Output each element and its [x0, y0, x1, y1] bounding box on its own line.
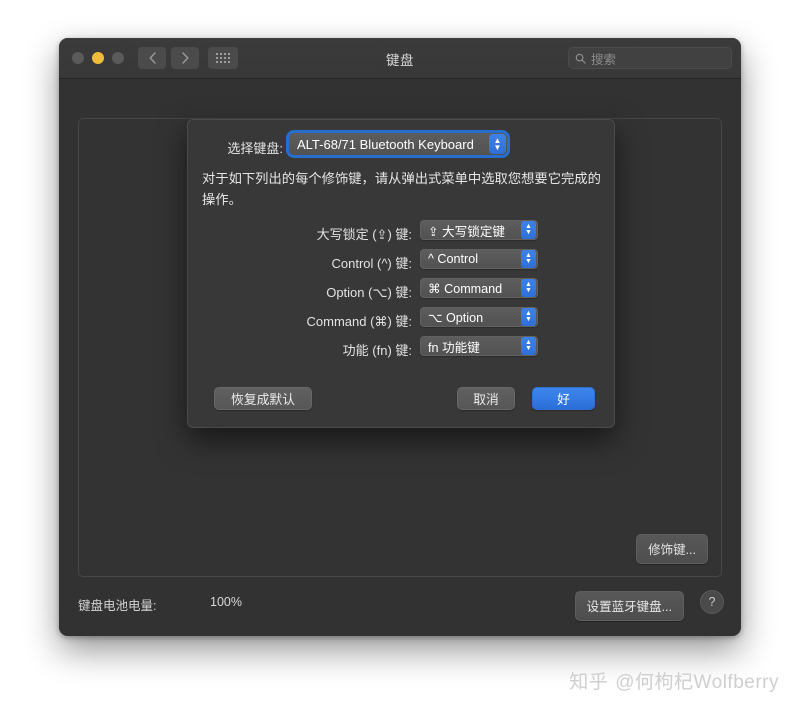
restore-defaults-button[interactable]: 恢复成默认: [214, 387, 312, 410]
select-keyboard-label: 选择键盘:: [227, 141, 283, 156]
function-popup[interactable]: fn 功能键 ▲ ▼: [420, 336, 538, 356]
cancel-button[interactable]: 取消: [457, 387, 515, 410]
window-titlebar: 键盘 搜索: [59, 38, 741, 79]
function-label: 功能 (fn) 键:: [342, 343, 412, 358]
search-placeholder: 搜索: [591, 52, 617, 67]
chevron-updown-icon: ▲ ▼: [521, 279, 536, 297]
screenshot-root: 键盘 搜索 修饰键... 键盘电池电量: 100% 设置蓝牙键盘... ? 选择…: [0, 0, 799, 710]
keyboard-select-value: ALT-68/71 Bluetooth Keyboard: [297, 136, 474, 152]
modifier-keys-sheet: 选择键盘: ALT-68/71 Bluetooth Keyboard ▲ ▼ 对于…: [187, 119, 615, 428]
help-button[interactable]: ?: [700, 590, 724, 614]
modifier-row-control: Control (^) 键: ^ Control ▲ ▼: [188, 249, 614, 278]
control-value: ^ Control: [428, 252, 479, 266]
window-bottom-bar: 键盘电池电量: 100% 设置蓝牙键盘... ?: [59, 575, 741, 636]
control-popup[interactable]: ^ Control ▲ ▼: [420, 249, 538, 269]
battery-label: 键盘电池电量:: [78, 599, 157, 613]
watermark-handle: @何枸杞Wolfberry: [615, 672, 779, 693]
modifier-keys-button[interactable]: 修饰键...: [636, 534, 708, 564]
search-icon: [575, 53, 586, 64]
setup-bluetooth-keyboard-button[interactable]: 设置蓝牙键盘...: [574, 591, 684, 621]
modifier-row-command: Command (⌘) 键: ⌥ Option ▲ ▼: [188, 307, 614, 336]
option-value: ⌘ Command: [428, 281, 503, 296]
chevron-updown-icon: ▲ ▼: [489, 134, 506, 154]
modifier-row-function: 功能 (fn) 键: fn 功能键 ▲ ▼: [188, 336, 614, 365]
command-popup[interactable]: ⌥ Option ▲ ▼: [420, 307, 538, 327]
watermark: 知乎 @何枸杞Wolfberry: [569, 667, 779, 694]
modifier-row-option: Option (⌥) 键: ⌘ Command ▲ ▼: [188, 278, 614, 307]
function-value: fn 功能键: [428, 340, 480, 355]
search-field[interactable]: 搜索: [568, 47, 732, 69]
chevron-updown-icon: ▲ ▼: [521, 250, 536, 268]
sheet-action-buttons: 恢复成默认 取消 好: [188, 387, 614, 410]
command-value: ⌥ Option: [428, 310, 484, 325]
modifier-row-capslock: 大写锁定 (⇪) 键: ⇪ 大写锁定键 ▲ ▼: [188, 220, 614, 249]
battery-value: 100%: [210, 595, 242, 609]
command-label: Command (⌘) 键:: [306, 314, 412, 329]
watermark-logo: 知乎: [569, 672, 609, 693]
chevron-updown-icon: ▲ ▼: [521, 337, 536, 355]
capslock-label: 大写锁定 (⇪) 键:: [316, 227, 412, 242]
control-label: Control (^) 键:: [331, 256, 412, 271]
option-popup[interactable]: ⌘ Command ▲ ▼: [420, 278, 538, 298]
system-preferences-window: 键盘 搜索 修饰键... 键盘电池电量: 100% 设置蓝牙键盘... ? 选择…: [59, 38, 741, 636]
chevron-updown-icon: ▲ ▼: [521, 308, 536, 326]
chevron-updown-icon: ▲ ▼: [521, 221, 536, 239]
capslock-value: ⇪ 大写锁定键: [428, 224, 506, 239]
keyboard-select-popup[interactable]: ALT-68/71 Bluetooth Keyboard ▲ ▼: [289, 133, 507, 155]
window-body: 修饰键... 键盘电池电量: 100% 设置蓝牙键盘... ? 选择键盘: AL…: [59, 79, 741, 636]
sheet-description: 对于如下列出的每个修饰键，请从弹出式菜单中选取您想要它完成的操作。: [202, 171, 601, 207]
modifier-rows: 大写锁定 (⇪) 键: ⇪ 大写锁定键 ▲ ▼ Control (^) 键: ^ …: [188, 220, 614, 365]
capslock-popup[interactable]: ⇪ 大写锁定键 ▲ ▼: [420, 220, 538, 240]
ok-button[interactable]: 好: [532, 387, 595, 410]
option-label: Option (⌥) 键:: [326, 285, 412, 300]
